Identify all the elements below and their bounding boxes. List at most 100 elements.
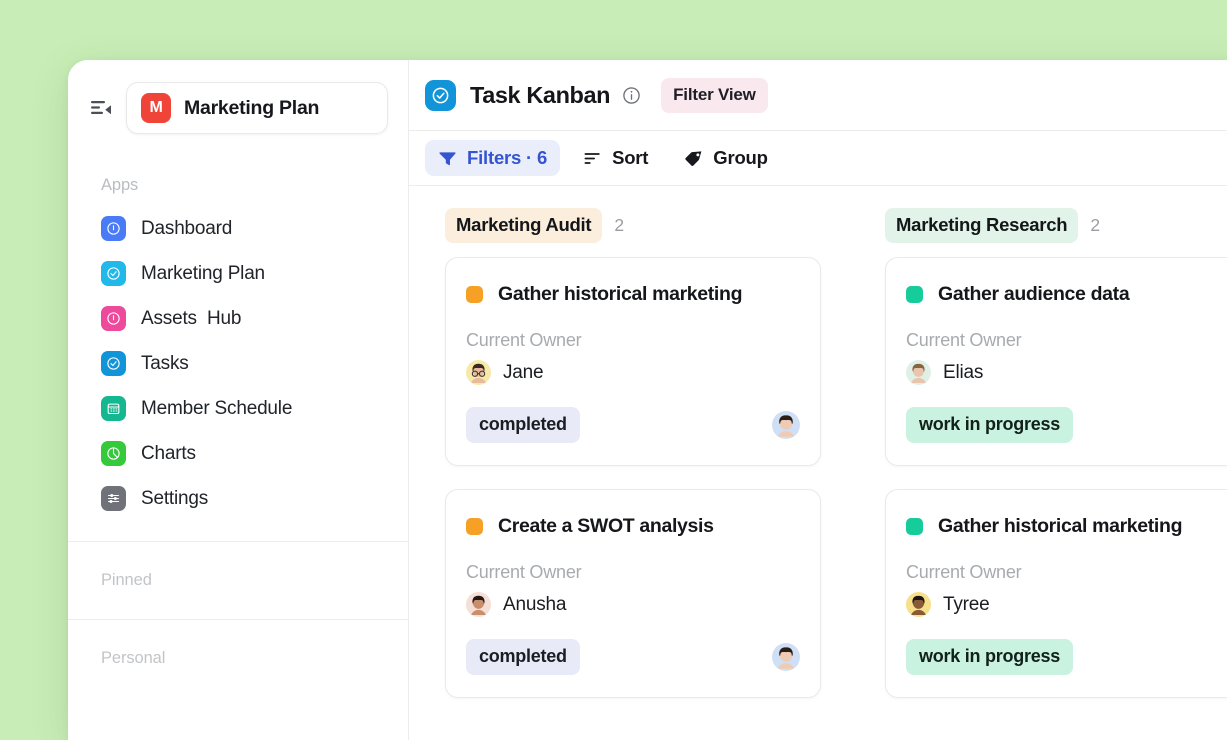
- sort-button-label: Sort: [612, 147, 649, 168]
- pie-chart-icon: [101, 441, 126, 466]
- sidebar-item-label: Assets Hub: [141, 307, 242, 329]
- kanban-board: Marketing Audit 2 Gather historical mark…: [409, 186, 1227, 740]
- board-toolbar: Filters · 6 Sort Group: [409, 131, 1227, 186]
- sort-button[interactable]: Sort: [570, 140, 661, 176]
- funnel-icon: [438, 149, 457, 168]
- column-header: Marketing Research 2: [871, 208, 1227, 243]
- column-count: 2: [1090, 215, 1101, 235]
- owner-name: Tyree: [943, 593, 990, 615]
- task-card[interactable]: Gather audience data Current Owner Elias…: [885, 257, 1227, 466]
- info-icon[interactable]: [622, 86, 641, 105]
- owner-avatar[interactable]: [466, 592, 491, 617]
- owner-field-label: Current Owner: [906, 330, 1022, 350]
- owner-avatar[interactable]: [906, 360, 931, 385]
- owner-name: Anusha: [503, 593, 567, 615]
- owner-row: Jane: [466, 360, 800, 385]
- check-circle-icon: [425, 79, 456, 111]
- sidebar-item-label: Dashboard: [141, 217, 233, 239]
- column-count: 2: [614, 215, 625, 235]
- task-card-footer: work in progress: [906, 639, 1227, 675]
- workspace-avatar: M: [141, 93, 171, 123]
- collapse-sidebar-icon[interactable]: [90, 97, 112, 119]
- group-button[interactable]: Group: [671, 140, 781, 176]
- task-color-swatch-icon: [906, 286, 923, 303]
- task-title: Gather historical marketing: [498, 283, 743, 305]
- filters-button-label: Filters · 6: [467, 147, 548, 168]
- sidebar-item-dashboard[interactable]: Dashboard: [78, 206, 398, 251]
- info-circle-icon: [101, 306, 126, 331]
- sidebar-item-label: Marketing Plan: [141, 262, 265, 284]
- sidebar-nav: Dashboard Marketing Plan Assets Hub Task…: [68, 206, 408, 521]
- sliders-icon: [101, 486, 126, 511]
- kanban-column: Marketing Research 2 Gather audience dat…: [871, 208, 1227, 740]
- task-color-swatch-icon: [906, 518, 923, 535]
- tag-icon: [684, 149, 703, 168]
- status-badge[interactable]: completed: [466, 407, 580, 443]
- sidebar-item-label: Charts: [141, 442, 196, 464]
- check-circle-icon: [101, 351, 126, 376]
- task-card-footer: completed: [466, 639, 800, 675]
- pinned-section-label: Pinned: [101, 571, 152, 589]
- status-badge[interactable]: work in progress: [906, 639, 1074, 675]
- task-card[interactable]: Create a SWOT analysis Current Owner Anu…: [445, 489, 821, 698]
- workspace-switcher[interactable]: M Marketing Plan: [126, 82, 388, 134]
- status-badge[interactable]: completed: [466, 639, 580, 675]
- owner-name: Elias: [943, 361, 984, 383]
- sidebar: M Marketing Plan Apps Dashboard Marketin…: [68, 60, 409, 740]
- task-color-swatch-icon: [466, 518, 483, 535]
- main-content: Task Kanban Filter View Filters · 6 Sort…: [409, 60, 1227, 740]
- assignee-avatar[interactable]: [772, 643, 800, 671]
- sidebar-item-tasks[interactable]: Tasks: [78, 341, 398, 386]
- page-title: Task Kanban: [470, 81, 611, 108]
- owner-field-label: Current Owner: [906, 562, 1022, 582]
- task-card-footer: completed: [466, 407, 800, 443]
- info-circle-icon: [101, 216, 126, 241]
- task-title: Create a SWOT analysis: [498, 515, 714, 537]
- workspace-name: Marketing Plan: [184, 96, 320, 119]
- filter-view-badge[interactable]: Filter View: [661, 77, 768, 113]
- column-title[interactable]: Marketing Research: [885, 208, 1079, 243]
- owner-name: Jane: [503, 361, 544, 383]
- sidebar-header: M Marketing Plan: [68, 60, 408, 134]
- sidebar-item-marketing-plan[interactable]: Marketing Plan: [78, 251, 398, 296]
- owner-avatar[interactable]: [906, 592, 931, 617]
- filters-button[interactable]: Filters · 6: [425, 140, 561, 176]
- task-card-title-row: Gather historical marketing: [906, 515, 1227, 538]
- sidebar-item-label: Settings: [141, 487, 209, 509]
- owner-field-label: Current Owner: [466, 330, 582, 350]
- calendar-icon: [101, 396, 126, 421]
- owner-row: Tyree: [906, 592, 1227, 617]
- task-card-title-row: Create a SWOT analysis: [466, 515, 800, 538]
- task-color-swatch-icon: [466, 286, 483, 303]
- sidebar-item-member-schedule[interactable]: Member Schedule: [78, 386, 398, 431]
- check-circle-icon: [101, 261, 126, 286]
- task-card-title-row: Gather historical marketing: [466, 283, 800, 306]
- task-card-title-row: Gather audience data: [906, 283, 1227, 306]
- sidebar-item-charts[interactable]: Charts: [78, 431, 398, 476]
- owner-field-label: Current Owner: [466, 562, 582, 582]
- board-header: Task Kanban Filter View: [409, 60, 1227, 131]
- assignee-avatar[interactable]: [772, 411, 800, 439]
- task-title: Gather historical marketing: [938, 515, 1183, 537]
- sidebar-item-settings[interactable]: Settings: [78, 476, 398, 521]
- column-header: Marketing Audit 2: [431, 208, 835, 243]
- status-badge[interactable]: work in progress: [906, 407, 1074, 443]
- sidebar-item-assets-hub[interactable]: Assets Hub: [78, 296, 398, 341]
- apps-section-label: Apps: [101, 176, 139, 194]
- sidebar-section-pinned[interactable]: Pinned: [68, 542, 408, 619]
- owner-row: Anusha: [466, 592, 800, 617]
- sidebar-item-label: Member Schedule: [141, 397, 293, 419]
- sidebar-section-personal[interactable]: Personal: [68, 620, 408, 668]
- column-title[interactable]: Marketing Audit: [445, 208, 603, 243]
- sidebar-item-label: Tasks: [141, 352, 189, 374]
- task-card[interactable]: Gather historical marketing Current Owne…: [445, 257, 821, 466]
- owner-row: Elias: [906, 360, 1227, 385]
- task-card[interactable]: Gather historical marketing Current Owne…: [885, 489, 1227, 698]
- personal-section-label: Personal: [101, 649, 166, 667]
- app-window: M Marketing Plan Apps Dashboard Marketin…: [68, 60, 1227, 740]
- owner-avatar[interactable]: [466, 360, 491, 385]
- task-title: Gather audience data: [938, 283, 1130, 305]
- task-card-footer: work in progress: [906, 407, 1227, 443]
- group-button-label: Group: [713, 147, 768, 168]
- sort-icon: [583, 149, 602, 168]
